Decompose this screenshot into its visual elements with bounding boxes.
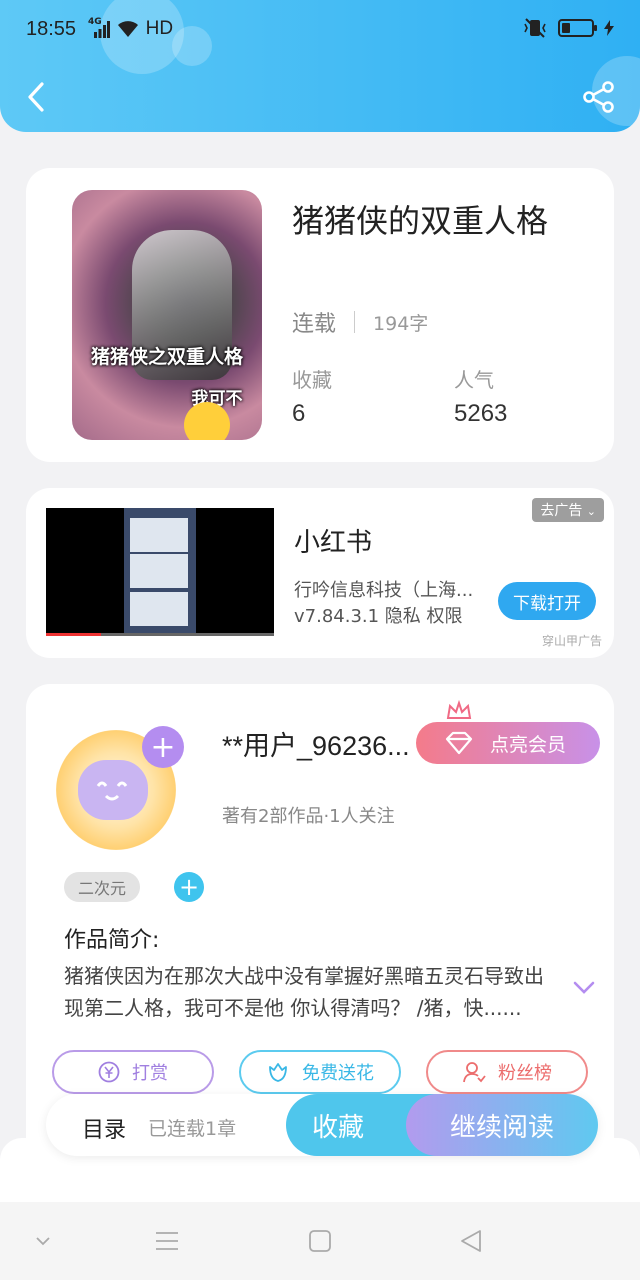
book-cover[interactable]: 猪猪侠之双重人格 我可不	[72, 190, 262, 440]
favorites-label: 收藏	[292, 368, 332, 392]
header: 18:55 4G HD	[0, 0, 640, 132]
ad-company: 行吟信息科技（上海...	[294, 580, 474, 601]
author-name[interactable]: **用户_96236...	[222, 724, 410, 763]
toc-button[interactable]: 目录	[82, 1112, 126, 1144]
charging-icon	[604, 20, 614, 36]
emoji-icon	[184, 402, 230, 440]
video-progress	[46, 633, 274, 636]
status-right	[522, 18, 614, 38]
coin-icon	[98, 1061, 120, 1083]
crown-icon	[446, 700, 472, 719]
vibrate-off-icon	[524, 18, 546, 38]
vip-label: 点亮会员	[490, 733, 567, 756]
status-time: 18:55	[26, 18, 77, 40]
ad-source: 穿山甲广告	[541, 634, 602, 648]
ad-app-name: 小红书	[294, 528, 373, 558]
back-button[interactable]	[22, 80, 50, 114]
share-icon[interactable]	[582, 80, 616, 114]
wifi-icon	[117, 21, 138, 37]
word-count: 194字	[373, 312, 429, 335]
popularity-value: 5263	[454, 400, 508, 427]
free-flower-label: 免费送花	[302, 1063, 374, 1084]
add-tag-button[interactable]: +	[174, 872, 204, 902]
book-status-row: 连载 194字	[292, 306, 428, 338]
chapter-count: 已连载1章	[148, 1118, 237, 1140]
serial-status: 连载	[292, 312, 337, 337]
popularity-label: 人气	[454, 368, 494, 392]
favorites-value: 6	[292, 400, 306, 427]
follow-plus-icon[interactable]: +	[142, 726, 184, 768]
continue-reading-button[interactable]: 继续阅读	[406, 1094, 598, 1156]
chevron-down-icon: ⌄	[586, 505, 596, 518]
ad-card[interactable]: 小红书 行吟信息科技（上海... v7.84.3.1 隐私 权限 去广告 ⌄ 下…	[26, 488, 614, 658]
divider	[354, 311, 356, 333]
back-triangle-icon[interactable]	[458, 1228, 484, 1254]
download-button[interactable]: 下载打开	[498, 582, 596, 620]
author-meta: 著有2部作品·1人关注	[222, 806, 395, 827]
network-type: 4G	[88, 17, 102, 27]
expand-chevron-icon[interactable]	[572, 980, 596, 996]
hd-indicator: HD	[145, 18, 174, 39]
cover-caption-text: 我可不	[191, 389, 243, 409]
fans-ranking-label: 粉丝榜	[498, 1063, 552, 1084]
favorite-label: 收藏	[312, 1112, 365, 1143]
menu-icon[interactable]	[154, 1228, 180, 1254]
genre-tag[interactable]: 二次元	[64, 872, 141, 902]
user-icon	[463, 1062, 486, 1083]
book-title: 猪猪侠的双重人格	[292, 202, 549, 240]
reward-button[interactable]: 打赏	[52, 1050, 214, 1094]
battery-icon	[558, 19, 597, 37]
ad-thumbnail	[130, 592, 188, 626]
ad-video[interactable]	[46, 508, 274, 636]
cover-title-text: 猪猪侠之双重人格	[90, 346, 243, 368]
diamond-icon	[445, 731, 473, 755]
intro-heading: 作品简介:	[64, 928, 160, 953]
home-square-icon[interactable]	[307, 1228, 333, 1254]
reading-action-bar: 目录 已连载1章 收藏 继续阅读	[46, 1094, 598, 1156]
remove-ad-label: 去广告	[540, 503, 583, 519]
intro-text: 猪猪侠因为在那次大战中没有掌握好黑暗五灵石导致出现第二人格，我可不是他 你认得清…	[64, 964, 544, 1020]
ad-thumbnail	[130, 518, 188, 552]
system-nav-bar	[0, 1202, 640, 1280]
flower-icon	[269, 1063, 287, 1082]
reward-label: 打赏	[132, 1063, 168, 1084]
continue-reading-label: 继续阅读	[449, 1112, 554, 1143]
status-bar: 18:55 4G HD	[0, 0, 640, 62]
book-info-card: 猪猪侠之双重人格 我可不 猪猪侠的双重人格 连载 194字 收藏 6 人气 52…	[26, 168, 614, 462]
avatar-mascot	[78, 760, 148, 820]
free-flower-button[interactable]: 免费送花	[239, 1050, 401, 1094]
ad-thumbnail	[130, 554, 188, 588]
network-indicators: 4G HD	[88, 17, 174, 40]
chevron-down-icon[interactable]	[30, 1228, 56, 1254]
ad-version-line[interactable]: v7.84.3.1 隐私 权限	[294, 602, 463, 628]
fans-ranking-button[interactable]: 粉丝榜	[426, 1050, 588, 1094]
remove-ad-button[interactable]: 去广告 ⌄	[532, 498, 604, 522]
